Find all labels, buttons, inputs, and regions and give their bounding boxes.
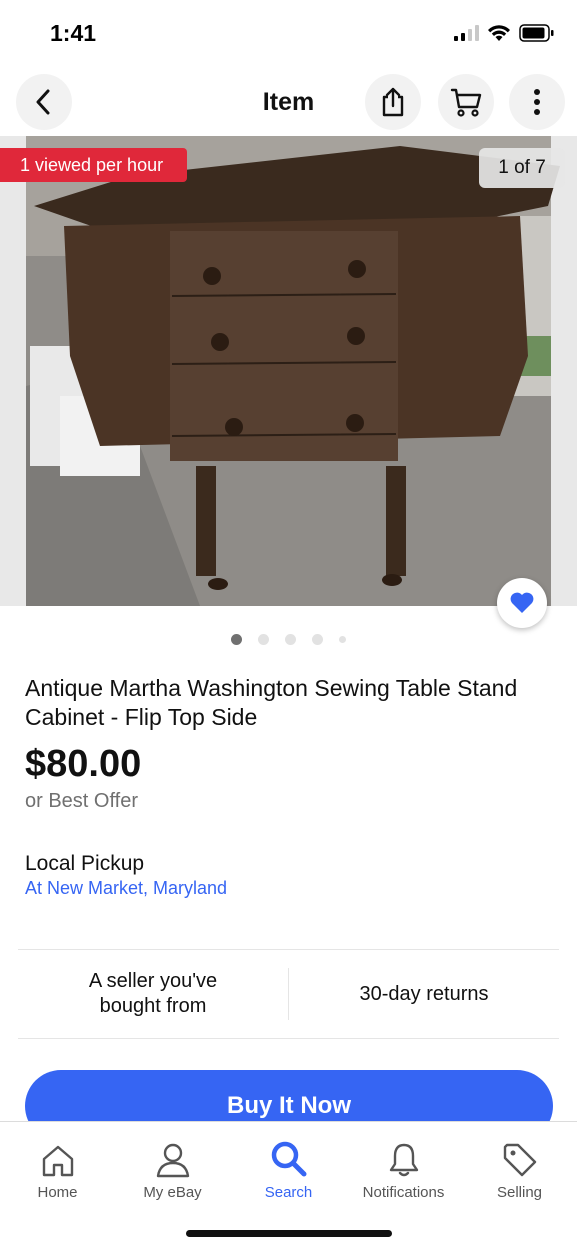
item-photo[interactable]: 1 viewed per hour 1 of 7 [0,136,577,606]
bell-icon [389,1143,418,1177]
photo-counter: 1 of 7 [479,148,565,188]
pagination-dot[interactable] [285,634,296,645]
home-icon [42,1145,73,1177]
pagination-dot[interactable] [339,636,346,643]
more-vertical-icon [534,89,540,115]
tab-label: Home [37,1184,78,1201]
home-indicator [186,1230,392,1237]
tab-label: Search [264,1184,313,1201]
battery-icon [519,24,554,42]
cart-icon [450,88,482,117]
tab-label: Selling [496,1184,543,1201]
status-icons [454,24,555,42]
best-offer-label: or Best Offer [25,790,139,812]
returns-policy: 30-day returns [359,982,489,1005]
tab-label: My eBay [143,1184,202,1201]
tab-my-ebay[interactable]: My eBay [115,1122,230,1212]
pagination-dot[interactable] [312,634,323,645]
item-price: $80.00 [25,743,142,785]
heart-icon [510,592,534,613]
tab-home[interactable]: Home [0,1122,115,1212]
tag-icon [503,1143,536,1177]
pickup-location-link[interactable]: At New Market, Maryland [25,878,227,899]
cabinet-photo-illustration [0,136,577,606]
wifi-icon [488,25,510,41]
local-pickup-label: Local Pickup [25,852,145,875]
share-icon [382,87,404,117]
photo-pagination [0,634,577,645]
header: Item [0,64,577,136]
seller-history: A seller you've bought from [18,950,288,1038]
share-button[interactable] [365,74,421,130]
tab-notifications[interactable]: Notifications [346,1122,461,1212]
tab-label: Notifications [362,1184,445,1201]
tab-selling[interactable]: Selling [462,1122,577,1212]
seller-history-text: A seller you've bought from [88,970,218,1017]
status-time: 1:41 [50,20,97,46]
pagination-dot[interactable] [231,634,242,645]
person-icon [156,1143,189,1178]
search-icon [271,1141,306,1177]
status-bar: 1:41 [0,0,577,64]
cart-button[interactable] [438,74,494,130]
more-options-button[interactable] [509,74,565,130]
watch-button[interactable] [497,578,547,628]
tab-search[interactable]: Search [231,1122,346,1212]
views-per-hour-badge: 1 viewed per hour [0,148,188,182]
pagination-dot[interactable] [258,634,269,645]
item-title: Antique Martha Washington Sewing Table S… [25,675,518,730]
signal-icon [454,25,479,41]
seller-info-row: A seller you've bought from 30-day retur… [18,949,559,1039]
